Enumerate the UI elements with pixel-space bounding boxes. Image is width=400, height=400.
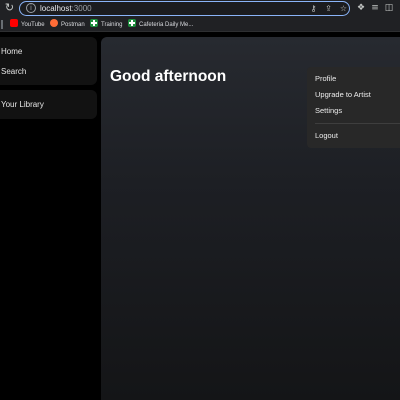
sidebar-library: Your Library (0, 90, 97, 119)
bookmark-postman[interactable]: Postman (50, 19, 85, 30)
address-bar[interactable]: i localhost:3000 ⚷ ⇪ ☆ (19, 1, 350, 16)
site-info-icon[interactable]: i (26, 3, 36, 13)
bookmarks-bar: YouTube Postman Training Cafeteria Daily… (0, 17, 400, 32)
browser-toolbar: ↻ i localhost:3000 ⚷ ⇪ ☆ ❖ ≡ ◫ (0, 0, 400, 17)
sidebar-nav: Home Search (0, 37, 97, 85)
menu-item-settings[interactable]: Settings (315, 105, 342, 116)
apps-icon[interactable] (1, 20, 3, 29)
menu-item-profile[interactable]: Profile (315, 73, 336, 84)
menu-divider (315, 123, 400, 124)
url-port: :3000 (71, 4, 92, 13)
bookmark-label: Training (101, 22, 123, 28)
bookmark-label: Cafeteria Daily Me... (139, 22, 194, 28)
url-host: localhost (40, 4, 72, 13)
menu-item-logout[interactable]: Logout (315, 130, 338, 141)
sidebar-item-library[interactable]: Your Library (1, 99, 44, 110)
key-icon[interactable]: ⚷ (308, 3, 319, 14)
puzzle-icon[interactable]: ❖ (355, 2, 367, 14)
sidebar-item-search[interactable]: Search (1, 66, 26, 77)
page-title: Good afternoon (110, 68, 227, 85)
user-menu: Profile Upgrade to Artist Settings Logou… (307, 67, 400, 148)
bookmark-label: Postman (61, 22, 85, 28)
share-icon[interactable]: ⇪ (323, 3, 334, 14)
bookmark-youtube[interactable]: YouTube (10, 19, 45, 30)
sheets-icon (90, 19, 98, 27)
sheets-icon (128, 19, 136, 27)
bookmark-cafeteria[interactable]: Cafeteria Daily Me... (128, 19, 193, 30)
youtube-icon (10, 19, 18, 27)
star-icon[interactable]: ☆ (338, 3, 349, 14)
side-panel-icon[interactable]: ◫ (383, 2, 395, 14)
bookmark-label: YouTube (21, 22, 45, 28)
bookmark-training[interactable]: Training (90, 19, 122, 30)
sidebar-item-home[interactable]: Home (1, 46, 22, 57)
reload-icon[interactable]: ↻ (3, 2, 16, 15)
reading-list-icon[interactable]: ≡ (369, 2, 381, 14)
postman-icon (50, 19, 58, 27)
menu-item-upgrade[interactable]: Upgrade to Artist (315, 89, 371, 100)
url-text[interactable]: localhost:3000 (40, 3, 92, 14)
